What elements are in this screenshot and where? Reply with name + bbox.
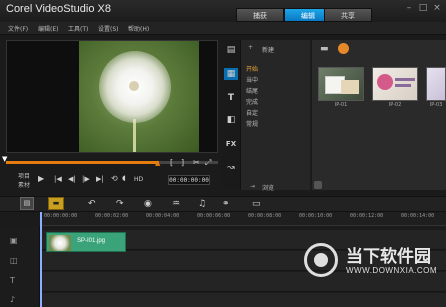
menu-settings[interactable]: 设置(S) xyxy=(98,24,119,33)
menu-help[interactable]: 帮助(H) xyxy=(128,24,149,33)
ruler-label: 00:00:14:00 xyxy=(401,213,435,219)
ruler-label: 00:00:00:00 xyxy=(44,213,78,219)
category-complete[interactable]: 完成 xyxy=(246,97,258,106)
transition-icon[interactable]: ◧ xyxy=(224,114,238,126)
thumbnail-label: IP-02 xyxy=(388,102,402,108)
video-track-icon[interactable]: ▣ xyxy=(10,236,18,245)
mode-clip[interactable]: 素材 xyxy=(18,180,30,189)
timecode-display[interactable]: 00:00:00:00 xyxy=(168,175,210,185)
end-button[interactable]: ▶| xyxy=(96,175,104,183)
watermark-url: WWW.DOWNXIA.COM xyxy=(346,266,438,275)
scrub-bar-progress[interactable] xyxy=(6,161,159,164)
timeline-clip[interactable]: SP-I01.jpg xyxy=(46,232,126,252)
clip-label: SP-I01.jpg xyxy=(77,238,106,244)
mode-project[interactable]: 项目 xyxy=(18,171,30,180)
clip-thumbnail xyxy=(49,235,71,251)
scrub-start-handle[interactable]: ▼ xyxy=(2,155,7,163)
mark-in-button[interactable]: [ xyxy=(170,158,173,167)
category-custom[interactable]: 自定 xyxy=(246,108,258,117)
category-end[interactable]: 结尾 xyxy=(246,86,258,95)
motion-tracking-icon[interactable]: ⚭ xyxy=(222,199,230,209)
library-scroll-handle[interactable] xyxy=(314,181,322,189)
tab-capture[interactable]: 捕获 xyxy=(236,8,284,22)
fx-icon[interactable]: FX xyxy=(224,138,238,150)
category-general[interactable]: 常规 xyxy=(246,119,258,128)
voice-track[interactable] xyxy=(40,293,446,307)
path-icon[interactable]: ↝ xyxy=(224,162,238,174)
ruler-label: 00:00:10:00 xyxy=(299,213,333,219)
record-capture-icon[interactable]: ◉ xyxy=(144,199,152,209)
overlay-track-icon[interactable]: ◫ xyxy=(10,256,18,265)
next-frame-button[interactable]: |▶ xyxy=(82,175,90,183)
browse-icon[interactable]: ⇥ xyxy=(250,183,255,190)
library-thumbnail[interactable] xyxy=(426,67,446,101)
preview-image xyxy=(79,41,199,152)
sound-mixer-icon[interactable]: ♒ xyxy=(172,199,180,209)
preview-window[interactable] xyxy=(6,40,218,153)
undo-icon[interactable]: ↶ xyxy=(88,199,96,209)
media-icon[interactable]: ▤ xyxy=(224,44,238,56)
ruler-label: 00:00:12:00 xyxy=(350,213,384,219)
title-track-icon[interactable]: T xyxy=(10,276,15,285)
close-button[interactable]: × xyxy=(432,3,442,13)
ruler-label: 00:00:08:00 xyxy=(248,213,282,219)
content-icon[interactable] xyxy=(338,43,349,54)
library-thumbnail[interactable] xyxy=(318,67,364,101)
timeline-view-icon[interactable]: ▬ xyxy=(48,197,64,210)
storyboard-view-icon[interactable]: ▤ xyxy=(20,197,34,210)
scrub-end-handle[interactable]: ▲ xyxy=(155,159,160,167)
track-headers xyxy=(0,226,40,307)
watermark-name: 当下软件园 xyxy=(346,247,431,267)
hd-button[interactable]: HD xyxy=(134,176,143,183)
title-icon[interactable]: T xyxy=(224,92,238,104)
dandelion-center xyxy=(129,81,139,91)
subtitle-editor-icon[interactable]: ▭ xyxy=(252,199,261,209)
minimize-button[interactable]: – xyxy=(404,3,414,13)
thumbnail-label: IP-01 xyxy=(334,102,348,108)
thumbnail-label: IP-03 xyxy=(429,102,443,108)
menu-tools[interactable]: 工具(T) xyxy=(68,24,88,33)
maximize-button[interactable]: □ xyxy=(418,3,428,13)
app-title: Corel VideoStudio X8 xyxy=(6,3,111,15)
instant-project-icon[interactable]: ▦ xyxy=(224,68,238,80)
title-track[interactable] xyxy=(40,272,446,292)
voice-track-icon[interactable]: ♪ xyxy=(10,295,15,304)
menu-file[interactable]: 文件(F) xyxy=(8,24,28,33)
previous-frame-button[interactable]: ◀| xyxy=(68,175,76,183)
folder-icon[interactable]: ▬ xyxy=(320,44,329,54)
enlarge-icon[interactable]: ⤢ xyxy=(205,158,211,168)
home-button[interactable]: |◀ xyxy=(54,175,62,183)
auto-music-icon[interactable]: ♫ xyxy=(198,199,206,209)
ruler-label: 00:00:02:00 xyxy=(95,213,129,219)
add-category-label[interactable]: 新建 xyxy=(262,45,274,54)
ruler-label: 00:00:06:00 xyxy=(197,213,231,219)
redo-icon[interactable]: ↷ xyxy=(116,199,124,209)
repeat-button[interactable]: ⟲ xyxy=(111,174,118,183)
category-start[interactable]: 开始 xyxy=(246,64,258,73)
split-icon[interactable]: ✂ xyxy=(193,158,200,167)
add-plus-icon[interactable]: + xyxy=(248,44,253,51)
library-thumbnail[interactable] xyxy=(372,67,418,101)
watermark-logo-dot xyxy=(314,253,328,267)
library-content xyxy=(312,40,446,190)
play-button[interactable]: ▶ xyxy=(38,174,44,183)
volume-button[interactable]: ◖ xyxy=(122,174,126,182)
playhead[interactable] xyxy=(40,212,42,307)
tab-share[interactable]: 共享 xyxy=(324,8,372,22)
ruler-label: 00:00:04:00 xyxy=(146,213,180,219)
dandelion-stem xyxy=(133,119,136,152)
browse-label[interactable]: 浏览 xyxy=(262,183,274,192)
menu-edit[interactable]: 编辑(E) xyxy=(38,24,58,33)
category-middle[interactable]: 当中 xyxy=(246,75,258,84)
mark-out-button[interactable]: ] xyxy=(181,158,184,167)
menu-bar xyxy=(0,22,446,35)
